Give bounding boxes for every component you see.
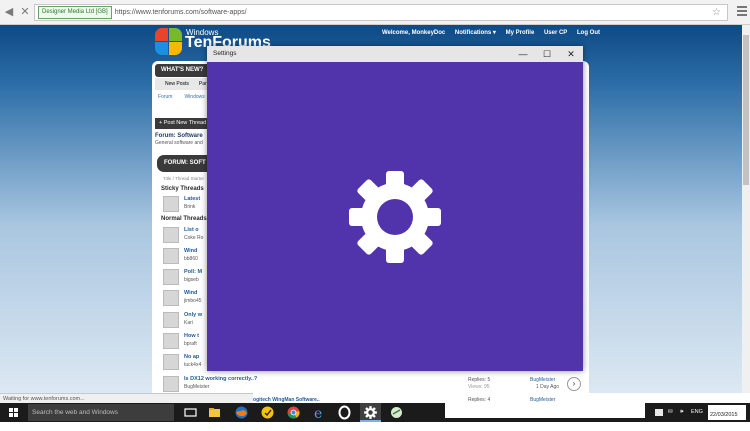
views-count: Views: 95 <box>468 384 490 390</box>
breadcrumb-forum[interactable]: Forum <box>158 94 172 100</box>
close-button[interactable]: ✕ <box>559 46 583 62</box>
thread-author[interactable]: bb860 <box>184 256 198 262</box>
thread-author[interactable]: Kari <box>184 320 193 326</box>
address-bar[interactable]: Designer Media Ltd [GB] https://www.tenfo… <box>34 4 728 21</box>
forum-description: General software and <box>155 140 203 146</box>
log-out-link[interactable]: Log Out <box>577 30 600 36</box>
browser-menu-icon[interactable] <box>737 6 747 18</box>
avatar <box>163 227 179 243</box>
user-cp-link[interactable]: User CP <box>544 30 567 36</box>
avatar <box>163 376 179 392</box>
opera-icon[interactable] <box>337 405 352 420</box>
thread-author[interactable]: tuck4x4 <box>184 362 201 368</box>
thread-title[interactable]: Wind <box>184 290 197 296</box>
sub-tabs: New Posts Part <box>155 78 215 90</box>
thread-title[interactable]: How t <box>184 333 199 339</box>
thread-title[interactable]: Latest <box>184 196 200 202</box>
last-poster-link[interactable]: BugMeister <box>530 377 555 383</box>
bookmark-star-icon[interactable]: ☆ <box>712 5 721 20</box>
new-posts-link[interactable]: New Posts <box>165 81 189 87</box>
tray-overflow-icon[interactable] <box>654 403 664 431</box>
sticky-threads-heading: Sticky Threads <box>161 186 204 192</box>
settings-gear-icon <box>349 171 441 263</box>
taskbar-address-field[interactable] <box>445 403 645 418</box>
avatar <box>163 269 179 285</box>
language-indicator[interactable]: ENG <box>691 403 703 422</box>
back-icon[interactable]: ◀ <box>2 5 16 19</box>
settings-gear-icon[interactable] <box>363 405 378 420</box>
internet-explorer-icon[interactable]: e <box>312 405 327 422</box>
post-new-thread-button[interactable]: + Post New Thread <box>155 118 214 129</box>
avatar <box>163 248 179 264</box>
avatar <box>163 312 179 328</box>
column-header-title[interactable]: Title / Thread Starter <box>163 176 204 181</box>
normal-threads-heading: Normal Threads <box>161 216 207 222</box>
firefox-icon[interactable] <box>234 405 249 420</box>
thread-author[interactable]: BugMeister <box>184 384 209 390</box>
thread-author[interactable]: bpraft <box>184 341 197 347</box>
forum-title: Forum: Software <box>155 133 203 139</box>
next-arrow-icon[interactable]: › <box>567 377 581 391</box>
minimize-button[interactable]: — <box>511 46 535 62</box>
windows-logo-icon <box>9 408 19 418</box>
thread-title[interactable]: Wind <box>184 248 197 254</box>
settings-titlebar[interactable]: Settings — ☐ ✕ <box>207 46 583 62</box>
my-profile-link[interactable]: My Profile <box>506 30 535 36</box>
thread-title[interactable]: Is DX12 working correctly..? <box>184 376 257 382</box>
network-icon[interactable]: ⛁ <box>668 403 673 422</box>
volume-icon[interactable]: 🕪 <box>680 403 683 422</box>
url-text: https://www.tenforums.com/software-apps/ <box>114 9 247 16</box>
thread-author[interactable]: Coke Ro <box>184 235 203 241</box>
app-icon[interactable] <box>389 405 404 420</box>
page-scrollbar[interactable] <box>742 25 750 393</box>
chrome-icon[interactable] <box>286 405 301 420</box>
thread-author[interactable]: bigseb <box>184 277 199 283</box>
avatar <box>163 333 179 349</box>
replies-count: Replies: 5 <box>468 377 491 383</box>
settings-window[interactable]: Settings — ☐ ✕ <box>207 46 583 371</box>
thread-author[interactable]: Brink <box>184 204 195 210</box>
maximize-button[interactable]: ☐ <box>535 46 559 62</box>
thread-title[interactable]: No ap <box>184 354 199 360</box>
breadcrumb-windows[interactable]: Windows <box>184 94 204 100</box>
svg-text:e: e <box>314 406 322 420</box>
notifications-link[interactable]: Notifications ▾ <box>455 30 496 36</box>
avatar <box>163 354 179 370</box>
window-title: Settings <box>213 50 237 57</box>
windows-flag-icon <box>155 28 183 56</box>
stop-icon[interactable]: ✕ <box>18 5 32 19</box>
thread-title[interactable]: Only w <box>184 312 202 318</box>
user-links: Welcome, MonkeyDoc Notifications ▾ My Pr… <box>382 29 608 36</box>
thread-author[interactable]: jimbo45 <box>184 298 202 304</box>
file-explorer-icon[interactable] <box>207 405 222 420</box>
avatar <box>163 290 179 306</box>
taskbar-search-box[interactable]: Search the web and Windows <box>28 404 174 421</box>
scrollbar-thumb[interactable] <box>743 35 749 185</box>
norton-icon[interactable] <box>260 405 275 420</box>
welcome-text: Welcome, MonkeyDoc <box>382 30 446 36</box>
avatar <box>163 196 179 212</box>
last-post-time: 1 Day Ago <box>536 384 560 390</box>
thread-title[interactable]: List o <box>184 227 199 233</box>
clock-date: 22/03/2015 <box>710 412 738 418</box>
task-view-icon[interactable] <box>183 405 198 420</box>
certificate-badge[interactable]: Designer Media Ltd [GB] <box>38 6 112 19</box>
thread-title[interactable]: Poll: M <box>184 269 202 275</box>
browser-toolbar: ◀ ✕ Designer Media Ltd [GB] https://www.t… <box>0 0 750 25</box>
start-button[interactable] <box>0 403 28 422</box>
